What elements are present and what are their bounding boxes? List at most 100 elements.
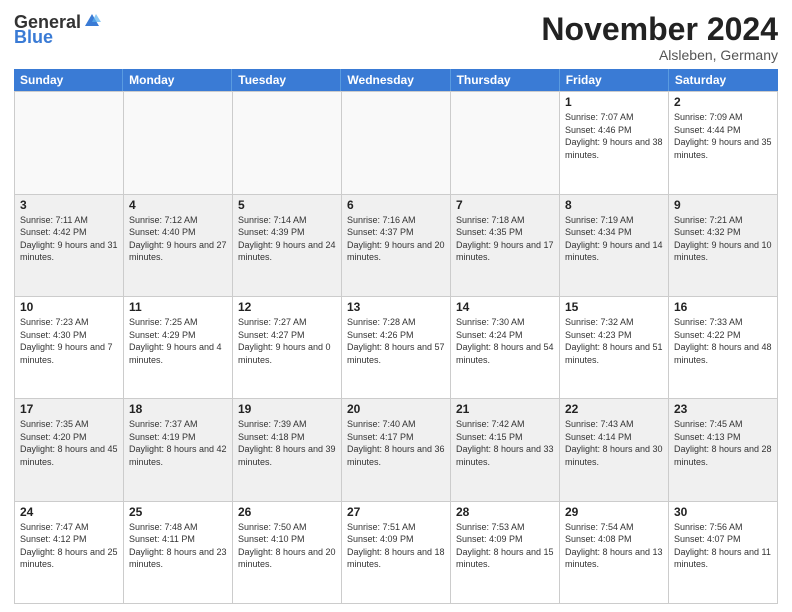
- day-info: Sunrise: 7:54 AMSunset: 4:08 PMDaylight:…: [565, 521, 663, 571]
- calendar: SundayMondayTuesdayWednesdayThursdayFrid…: [14, 69, 778, 604]
- day-info: Sunrise: 7:11 AMSunset: 4:42 PMDaylight:…: [20, 214, 118, 264]
- day-cell-28: 28 Sunrise: 7:53 AMSunset: 4:09 PMDayligh…: [451, 502, 560, 604]
- day-cell-1: 1 Sunrise: 7:07 AMSunset: 4:46 PMDaylight…: [560, 92, 669, 194]
- day-number: 13: [347, 300, 445, 314]
- day-cell-16: 16 Sunrise: 7:33 AMSunset: 4:22 PMDayligh…: [669, 297, 778, 399]
- day-cell-15: 15 Sunrise: 7:32 AMSunset: 4:23 PMDayligh…: [560, 297, 669, 399]
- day-info: Sunrise: 7:19 AMSunset: 4:34 PMDaylight:…: [565, 214, 663, 264]
- day-cell-21: 21 Sunrise: 7:42 AMSunset: 4:15 PMDayligh…: [451, 399, 560, 501]
- day-cell-9: 9 Sunrise: 7:21 AMSunset: 4:32 PMDaylight…: [669, 195, 778, 297]
- day-number: 11: [129, 300, 227, 314]
- day-number: 22: [565, 402, 663, 416]
- day-header-wednesday: Wednesday: [341, 69, 450, 91]
- day-cell-8: 8Sunrise: 7:19 AMSunset: 4:34 PMDaylight…: [560, 195, 669, 297]
- day-number: 21: [456, 402, 554, 416]
- day-cell-3: 3 Sunrise: 7:11 AMSunset: 4:42 PMDaylight…: [15, 195, 124, 297]
- day-cell-26: 26 Sunrise: 7:50 AMSunset: 4:10 PMDayligh…: [233, 502, 342, 604]
- day-info: Sunrise: 7:50 AMSunset: 4:10 PMDaylight:…: [238, 521, 336, 571]
- day-info: Sunrise: 7:32 AMSunset: 4:23 PMDaylight:…: [565, 316, 663, 366]
- day-header-sunday: Sunday: [14, 69, 123, 91]
- day-info: Sunrise: 7:35 AMSunset: 4:20 PMDaylight:…: [20, 418, 118, 468]
- day-cell-4: 4 Sunrise: 7:12 AMSunset: 4:40 PMDaylight…: [124, 195, 233, 297]
- day-number: 28: [456, 505, 554, 519]
- logo-icon: [83, 12, 101, 30]
- day-info: Sunrise: 7:21 AMSunset: 4:32 PMDaylight:…: [674, 214, 772, 264]
- day-cell-11: 11Sunrise: 7:25 AMSunset: 4:29 PMDayligh…: [124, 297, 233, 399]
- logo-blue: Blue: [14, 27, 53, 48]
- day-number: 30: [674, 505, 772, 519]
- day-cell-6: 6 Sunrise: 7:16 AMSunset: 4:37 PMDaylight…: [342, 195, 451, 297]
- day-info: Sunrise: 7:07 AMSunset: 4:46 PMDaylight:…: [565, 111, 663, 161]
- calendar-body: 1 Sunrise: 7:07 AMSunset: 4:46 PMDaylight…: [14, 91, 778, 604]
- day-info: Sunrise: 7:27 AMSunset: 4:27 PMDaylight:…: [238, 316, 336, 366]
- day-number: 5: [238, 198, 336, 212]
- day-header-thursday: Thursday: [451, 69, 560, 91]
- day-info: Sunrise: 7:33 AMSunset: 4:22 PMDaylight:…: [674, 316, 772, 366]
- day-cell-12: 12Sunrise: 7:27 AMSunset: 4:27 PMDayligh…: [233, 297, 342, 399]
- day-number: 7: [456, 198, 554, 212]
- day-info: Sunrise: 7:42 AMSunset: 4:15 PMDaylight:…: [456, 418, 554, 468]
- day-info: Sunrise: 7:56 AMSunset: 4:07 PMDaylight:…: [674, 521, 772, 571]
- day-number: 25: [129, 505, 227, 519]
- day-number: 4: [129, 198, 227, 212]
- day-cell-24: 24 Sunrise: 7:47 AMSunset: 4:12 PMDayligh…: [15, 502, 124, 604]
- day-info: Sunrise: 7:16 AMSunset: 4:37 PMDaylight:…: [347, 214, 445, 264]
- empty-cell: [124, 92, 233, 194]
- day-number: 2: [674, 95, 772, 109]
- day-info: Sunrise: 7:39 AMSunset: 4:18 PMDaylight:…: [238, 418, 336, 468]
- day-number: 26: [238, 505, 336, 519]
- day-info: Sunrise: 7:23 AMSunset: 4:30 PMDaylight:…: [20, 316, 118, 366]
- day-number: 20: [347, 402, 445, 416]
- day-info: Sunrise: 7:45 AMSunset: 4:13 PMDaylight:…: [674, 418, 772, 468]
- day-info: Sunrise: 7:47 AMSunset: 4:12 PMDaylight:…: [20, 521, 118, 571]
- day-cell-25: 25 Sunrise: 7:48 AMSunset: 4:11 PMDayligh…: [124, 502, 233, 604]
- day-header-saturday: Saturday: [669, 69, 778, 91]
- logo: General Blue: [14, 12, 101, 48]
- day-number: 23: [674, 402, 772, 416]
- day-number: 16: [674, 300, 772, 314]
- day-header-friday: Friday: [560, 69, 669, 91]
- day-cell-20: 20 Sunrise: 7:40 AMSunset: 4:17 PMDayligh…: [342, 399, 451, 501]
- day-number: 24: [20, 505, 118, 519]
- day-number: 1: [565, 95, 663, 109]
- day-cell-27: 27 Sunrise: 7:51 AMSunset: 4:09 PMDayligh…: [342, 502, 451, 604]
- day-cell-5: 5 Sunrise: 7:14 AMSunset: 4:39 PMDaylight…: [233, 195, 342, 297]
- day-cell-18: 18Sunrise: 7:37 AMSunset: 4:19 PMDayligh…: [124, 399, 233, 501]
- day-info: Sunrise: 7:48 AMSunset: 4:11 PMDaylight:…: [129, 521, 227, 571]
- day-cell-7: 7Sunrise: 7:18 AMSunset: 4:35 PMDaylight…: [451, 195, 560, 297]
- day-info: Sunrise: 7:40 AMSunset: 4:17 PMDaylight:…: [347, 418, 445, 468]
- day-cell-29: 29 Sunrise: 7:54 AMSunset: 4:08 PMDayligh…: [560, 502, 669, 604]
- day-number: 29: [565, 505, 663, 519]
- day-info: Sunrise: 7:12 AMSunset: 4:40 PMDaylight:…: [129, 214, 227, 264]
- day-number: 10: [20, 300, 118, 314]
- day-number: 15: [565, 300, 663, 314]
- day-cell-30: 30 Sunrise: 7:56 AMSunset: 4:07 PMDayligh…: [669, 502, 778, 604]
- empty-cell: [342, 92, 451, 194]
- day-number: 9: [674, 198, 772, 212]
- day-number: 27: [347, 505, 445, 519]
- day-cell-2: 2 Sunrise: 7:09 AMSunset: 4:44 PMDaylight…: [669, 92, 778, 194]
- day-info: Sunrise: 7:28 AMSunset: 4:26 PMDaylight:…: [347, 316, 445, 366]
- day-info: Sunrise: 7:09 AMSunset: 4:44 PMDaylight:…: [674, 111, 772, 161]
- day-number: 17: [20, 402, 118, 416]
- day-number: 3: [20, 198, 118, 212]
- location: Alsleben, Germany: [541, 47, 778, 63]
- day-info: Sunrise: 7:51 AMSunset: 4:09 PMDaylight:…: [347, 521, 445, 571]
- day-cell-19: 19 Sunrise: 7:39 AMSunset: 4:18 PMDayligh…: [233, 399, 342, 501]
- empty-cell: [233, 92, 342, 194]
- page: General Blue November 2024 Alsleben, Ger…: [0, 0, 792, 612]
- title-section: November 2024 Alsleben, Germany: [541, 12, 778, 63]
- day-cell-17: 17 Sunrise: 7:35 AMSunset: 4:20 PMDayligh…: [15, 399, 124, 501]
- day-info: Sunrise: 7:53 AMSunset: 4:09 PMDaylight:…: [456, 521, 554, 571]
- header: General Blue November 2024 Alsleben, Ger…: [14, 12, 778, 63]
- month-title: November 2024: [541, 12, 778, 47]
- calendar-header: SundayMondayTuesdayWednesdayThursdayFrid…: [14, 69, 778, 91]
- day-info: Sunrise: 7:14 AMSunset: 4:39 PMDaylight:…: [238, 214, 336, 264]
- day-header-monday: Monday: [123, 69, 232, 91]
- day-cell-10: 10 Sunrise: 7:23 AMSunset: 4:30 PMDayligh…: [15, 297, 124, 399]
- day-info: Sunrise: 7:43 AMSunset: 4:14 PMDaylight:…: [565, 418, 663, 468]
- day-header-tuesday: Tuesday: [232, 69, 341, 91]
- day-number: 19: [238, 402, 336, 416]
- day-number: 6: [347, 198, 445, 212]
- empty-cell: [15, 92, 124, 194]
